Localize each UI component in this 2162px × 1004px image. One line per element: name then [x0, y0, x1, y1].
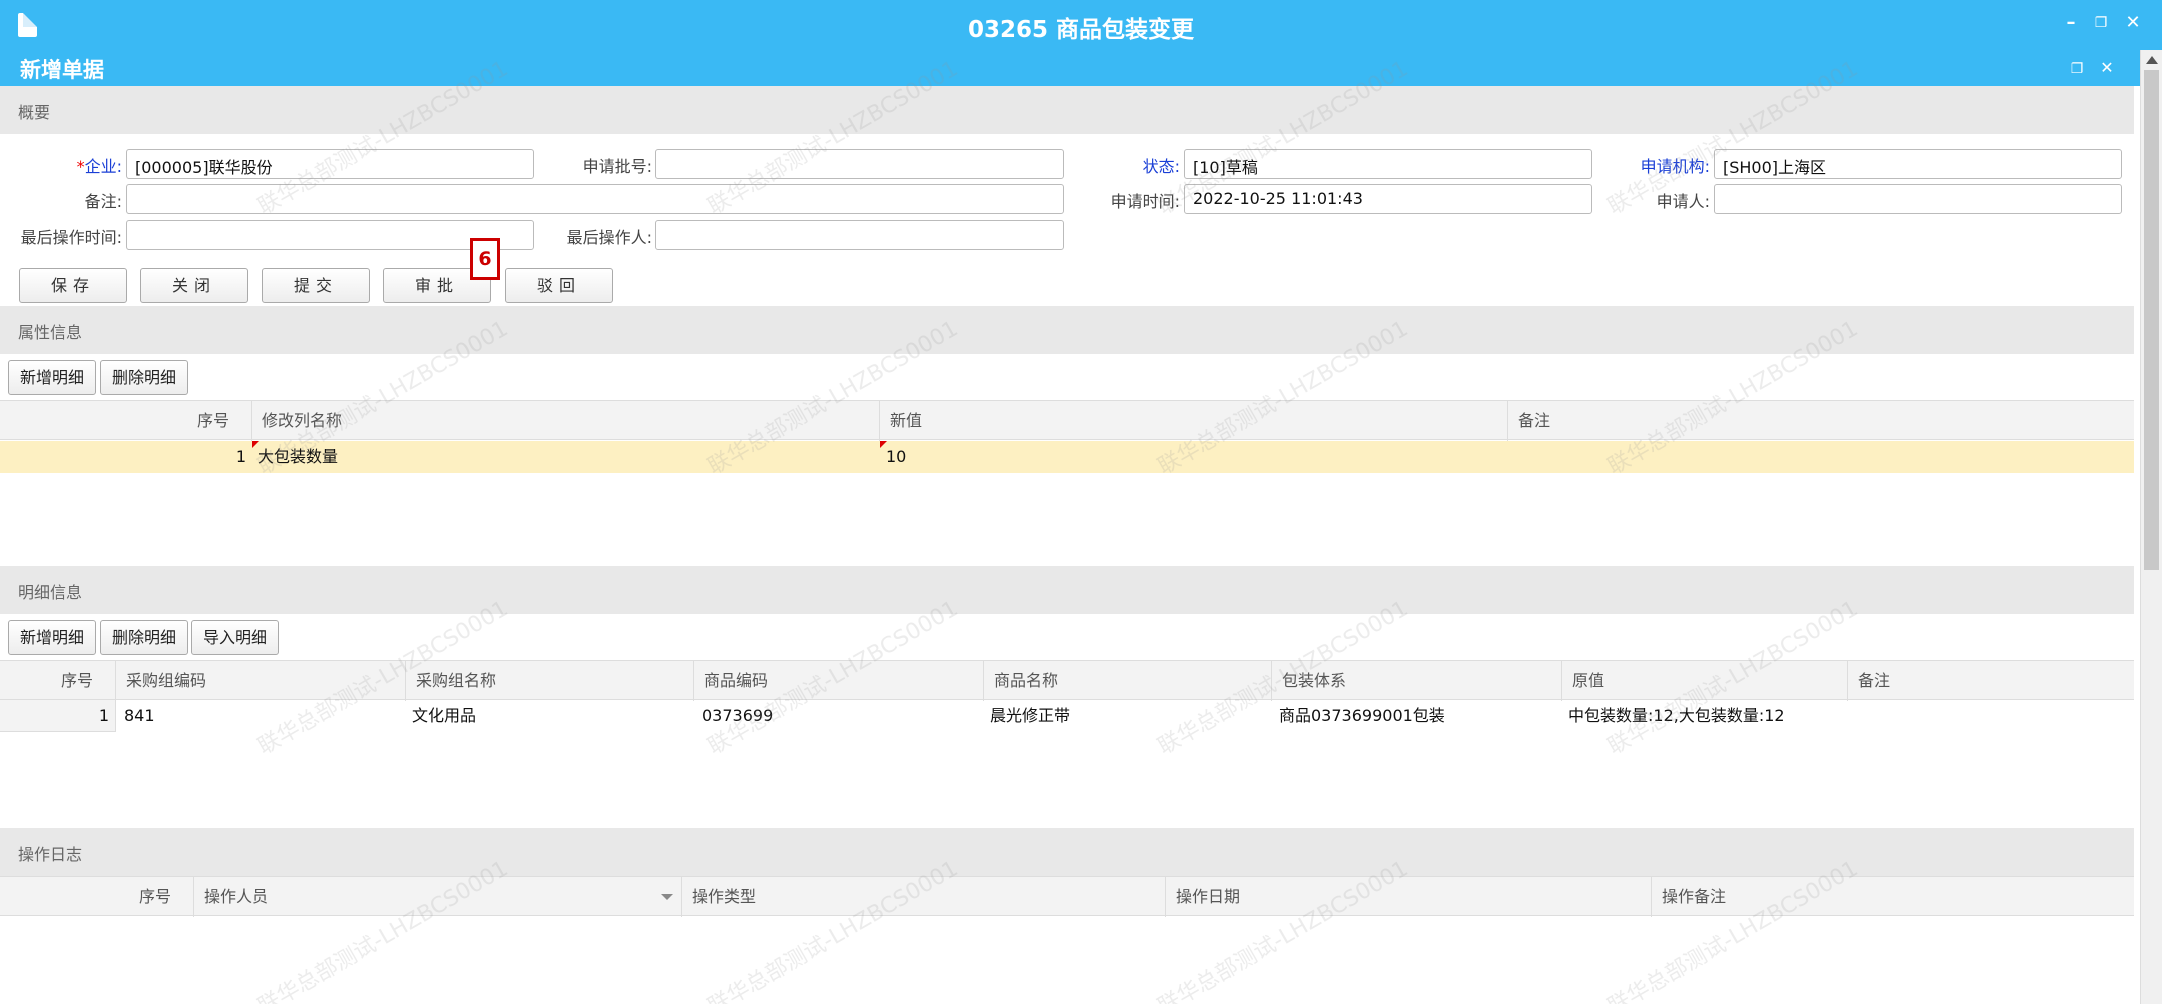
- detail-cell-remark[interactable]: [1848, 700, 2134, 732]
- subwindow-title: 新增单据: [20, 58, 104, 82]
- window-title: 03265 商品包装变更: [967, 17, 1195, 43]
- window-titlebar: 03265 商品包装变更 – ❐ ✕: [0, 0, 2162, 50]
- save-button[interactable]: 保存: [19, 268, 127, 303]
- batch-label: 申请批号:: [582, 157, 652, 176]
- applicant-field[interactable]: [1714, 184, 2122, 214]
- log-col-remark[interactable]: 操作备注: [1652, 877, 2134, 917]
- log-col-seq[interactable]: 序号: [0, 877, 194, 917]
- scrollbar-thumb[interactable]: [2144, 70, 2159, 570]
- reject-button[interactable]: 驳回: [505, 268, 613, 303]
- detail-cell-original[interactable]: 中包装数量:12,大包装数量:12: [1562, 700, 1848, 732]
- attr-col-column-name[interactable]: 修改列名称: [252, 401, 880, 441]
- company-label: *企业:: [76, 157, 122, 176]
- detail-cell-item-name[interactable]: 晨光修正带: [984, 700, 1272, 732]
- detail-col-remark[interactable]: 备注: [1848, 661, 2134, 701]
- applicant-label: 申请人:: [1656, 192, 1710, 211]
- attr-cell-column-name[interactable]: 大包装数量: [252, 441, 880, 473]
- close-icon[interactable]: ✕: [2122, 12, 2144, 34]
- scroll-up-icon[interactable]: [2146, 56, 2158, 64]
- submit-button[interactable]: 提交: [262, 268, 370, 303]
- minimize-icon[interactable]: –: [2060, 12, 2082, 34]
- detail-cell-seq: 1: [0, 700, 116, 732]
- detail-cell-group-name[interactable]: 文化用品: [406, 700, 694, 732]
- org-field[interactable]: [SH00]上海区: [1714, 149, 2122, 179]
- detail-col-seq[interactable]: 序号: [0, 661, 116, 701]
- attr-col-seq[interactable]: 序号: [0, 401, 252, 441]
- section-summary-header: 概要: [0, 86, 2134, 134]
- table-row[interactable]: 1 841 文化用品 0373699 晨光修正带 商品0373699001包装 …: [0, 700, 2134, 732]
- detail-import-button[interactable]: 导入明细: [191, 620, 279, 655]
- detail-cell-item-code[interactable]: 0373699: [694, 700, 984, 732]
- last-op-time-label: 最后操作时间:: [20, 228, 122, 247]
- detail-col-item-code[interactable]: 商品编码: [694, 661, 984, 701]
- attr-delete-detail-button[interactable]: 删除明细: [100, 360, 188, 395]
- company-field[interactable]: [000005]联华股份: [126, 149, 534, 179]
- attr-col-new-value[interactable]: 新值: [880, 401, 1508, 441]
- section-details-header: 明细信息: [0, 566, 2134, 614]
- remark-label: 备注:: [84, 192, 122, 211]
- section-attributes-header: 属性信息: [0, 306, 2134, 354]
- vertical-scrollbar[interactable]: [2140, 50, 2162, 1004]
- attr-cell-new-value[interactable]: 10: [880, 441, 1508, 473]
- status-field[interactable]: [10]草稿: [1184, 149, 1592, 179]
- batch-field[interactable]: [655, 149, 1064, 179]
- detail-delete-button[interactable]: 删除明细: [100, 620, 188, 655]
- status-label: 状态:: [1142, 157, 1180, 176]
- attr-col-remark[interactable]: 备注: [1508, 401, 2134, 441]
- detail-cell-group-code[interactable]: 841: [116, 700, 406, 732]
- remark-field[interactable]: [126, 184, 1064, 214]
- detail-col-package[interactable]: 包装体系: [1272, 661, 1562, 701]
- detail-col-group-name[interactable]: 采购组名称: [406, 661, 694, 701]
- log-col-date[interactable]: 操作日期: [1166, 877, 1652, 917]
- detail-col-item-name[interactable]: 商品名称: [984, 661, 1272, 701]
- detail-add-button[interactable]: 新增明细: [8, 620, 96, 655]
- subwindow-restore-icon[interactable]: ❐: [2066, 58, 2088, 80]
- attr-grid-header: 序号 修改列名称 新值 备注: [0, 400, 2134, 441]
- subwindow-close-icon[interactable]: ✕: [2096, 57, 2118, 79]
- subwindow-titlebar: 新增单据 ❐ ✕: [0, 50, 2140, 86]
- detail-col-group-code[interactable]: 采购组编码: [116, 661, 406, 701]
- log-col-type[interactable]: 操作类型: [682, 877, 1166, 917]
- log-col-operator-label: 操作人员: [204, 887, 269, 906]
- last-operator-field[interactable]: [655, 220, 1064, 250]
- detail-grid-header: 序号 采购组编码 采购组名称 商品编码 商品名称 包装体系 原值 备注: [0, 660, 2134, 701]
- attr-cell-seq: 1: [235, 447, 246, 466]
- apply-time-field[interactable]: 2022-10-25 11:01:43: [1184, 184, 1592, 214]
- last-operator-label: 最后操作人:: [566, 228, 652, 247]
- detail-cell-package[interactable]: 商品0373699001包装: [1272, 700, 1562, 732]
- table-row[interactable]: 1 大包装数量 10: [0, 441, 2134, 473]
- log-col-operator[interactable]: 操作人员: [194, 877, 682, 917]
- org-label: 申请机构:: [1640, 157, 1710, 176]
- section-log-header: 操作日志: [0, 828, 2134, 876]
- attr-cell-remark[interactable]: [1508, 441, 2134, 473]
- restore-icon[interactable]: ❐: [2090, 12, 2112, 34]
- log-grid-header: 序号 操作人员 操作类型 操作日期 操作备注: [0, 876, 2134, 917]
- sort-dropdown-icon[interactable]: [661, 894, 673, 900]
- apply-time-label: 申请时间:: [1110, 192, 1180, 211]
- close-button[interactable]: 关闭: [140, 268, 248, 303]
- detail-col-original[interactable]: 原值: [1562, 661, 1848, 701]
- step-annotation-badge: 6: [470, 238, 500, 280]
- attr-add-detail-button[interactable]: 新增明细: [8, 360, 96, 395]
